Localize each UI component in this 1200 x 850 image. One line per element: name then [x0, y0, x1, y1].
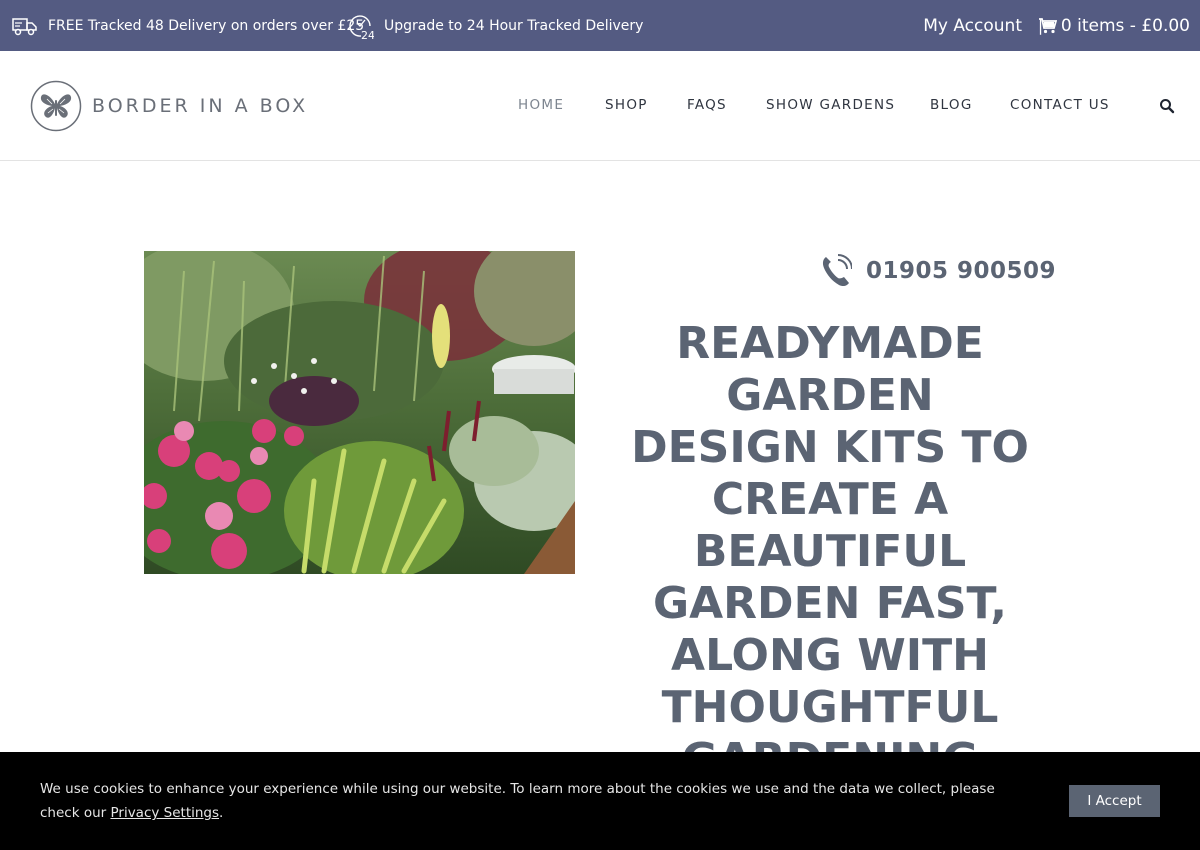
phone-number: 01905 900509	[866, 258, 1057, 284]
logo-text: BORDER IN A BOX	[92, 95, 309, 117]
nav-faqs[interactable]: FAQS	[687, 97, 727, 113]
cart-link[interactable]: 0 items - £0.00	[1038, 0, 1190, 51]
cookie-message: We use cookies to enhance your experienc…	[40, 777, 1030, 825]
upgrade-notice[interactable]: 24 Upgrade to 24 Hour Tracked Delivery	[348, 0, 643, 51]
site-logo[interactable]: BORDER IN A BOX	[30, 80, 308, 132]
truck-icon	[12, 17, 37, 35]
phone-contact[interactable]: 01905 900509	[820, 254, 1056, 288]
my-account-link[interactable]: My Account	[923, 0, 1022, 51]
cart-label: 0 items - £0.00	[1060, 15, 1190, 36]
cookie-banner: We use cookies to enhance your experienc…	[0, 752, 1200, 850]
search-icon[interactable]	[1159, 98, 1175, 114]
accept-cookies-button[interactable]: I Accept	[1069, 785, 1160, 817]
site-header: BORDER IN A BOX HOME SHOP FAQS SHOW GARD…	[0, 51, 1200, 161]
privacy-settings-link[interactable]: Privacy Settings	[110, 805, 219, 821]
top-bar: FREE Tracked 48 Delivery on orders over …	[0, 0, 1200, 51]
phone-icon	[822, 254, 852, 287]
nav-shop[interactable]: SHOP	[605, 97, 648, 113]
upgrade-text[interactable]: Upgrade to 24 Hour Tracked Delivery	[384, 18, 643, 34]
cart-icon	[1038, 17, 1057, 33]
nav-contact-us[interactable]: CONTACT US	[1010, 97, 1110, 113]
butterfly-icon	[30, 80, 82, 132]
nav-blog[interactable]: BLOG	[930, 97, 973, 113]
svg-text:24: 24	[361, 29, 374, 40]
nav-home[interactable]: HOME	[518, 97, 564, 113]
clock-24-icon: 24	[349, 14, 374, 40]
delivery-text: FREE Tracked 48 Delivery on orders over …	[48, 17, 365, 34]
nav-show-gardens[interactable]: SHOW GARDENS	[766, 97, 895, 113]
hero-garden-image	[144, 251, 575, 574]
cookie-text-end: .	[219, 805, 224, 821]
delivery-notice: FREE Tracked 48 Delivery on orders over …	[12, 0, 364, 51]
